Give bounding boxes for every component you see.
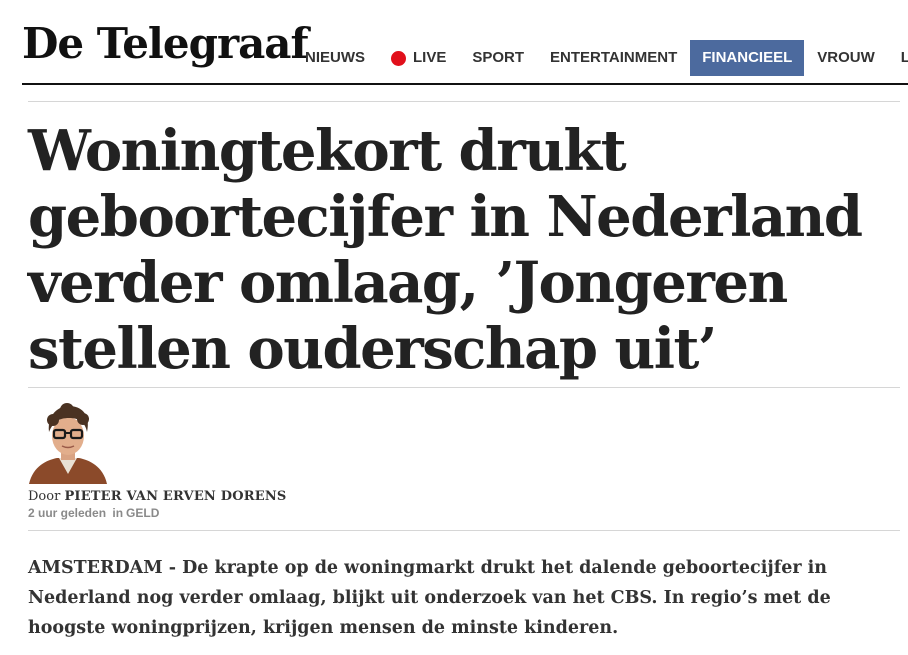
nav-item-nieuws[interactable]: NIEUWS bbox=[292, 40, 378, 76]
nav-item-lifestyle[interactable]: LIFES bbox=[888, 40, 908, 76]
header-divider bbox=[22, 83, 908, 85]
section-prefix: in bbox=[112, 506, 124, 520]
byline-prefix: Door bbox=[28, 489, 61, 504]
divider-headline bbox=[28, 387, 900, 388]
telegraaf-logo[interactable]: De Telegraaf bbox=[22, 14, 309, 74]
nav-item-sport[interactable]: SPORT bbox=[459, 40, 537, 76]
article-meta: 2 uur geleden in GELD bbox=[28, 506, 162, 520]
nav-item-live-label: LIVE bbox=[413, 49, 447, 66]
publish-time: 2 uur geleden bbox=[28, 506, 107, 520]
divider-top bbox=[28, 101, 900, 102]
author-avatar[interactable] bbox=[27, 400, 109, 484]
section-link[interactable]: GELD bbox=[126, 506, 159, 520]
nav-item-vrouw[interactable]: VROUW bbox=[804, 40, 888, 76]
byline: Door PIETER VAN ERVEN DORENS bbox=[28, 489, 287, 504]
article-headline: Woningtekort drukt geboortecijfer in Ned… bbox=[28, 118, 863, 382]
main-nav: NIEUWS LIVE SPORT ENTERTAINMENT FINANCIE… bbox=[292, 40, 908, 76]
divider-byline bbox=[28, 530, 900, 531]
author-name[interactable]: PIETER VAN ERVEN DORENS bbox=[64, 489, 286, 504]
live-dot-icon bbox=[391, 50, 406, 66]
site-header: De Telegraaf NIEUWS LIVE SPORT ENTERTAIN… bbox=[0, 0, 908, 85]
nav-item-live[interactable]: LIVE bbox=[378, 40, 459, 76]
article-lead: AMSTERDAM - De krapte op de woningmarkt … bbox=[28, 558, 831, 638]
nav-item-entertainment[interactable]: ENTERTAINMENT bbox=[537, 40, 690, 76]
nav-item-financieel[interactable]: FINANCIEEL bbox=[690, 40, 805, 76]
